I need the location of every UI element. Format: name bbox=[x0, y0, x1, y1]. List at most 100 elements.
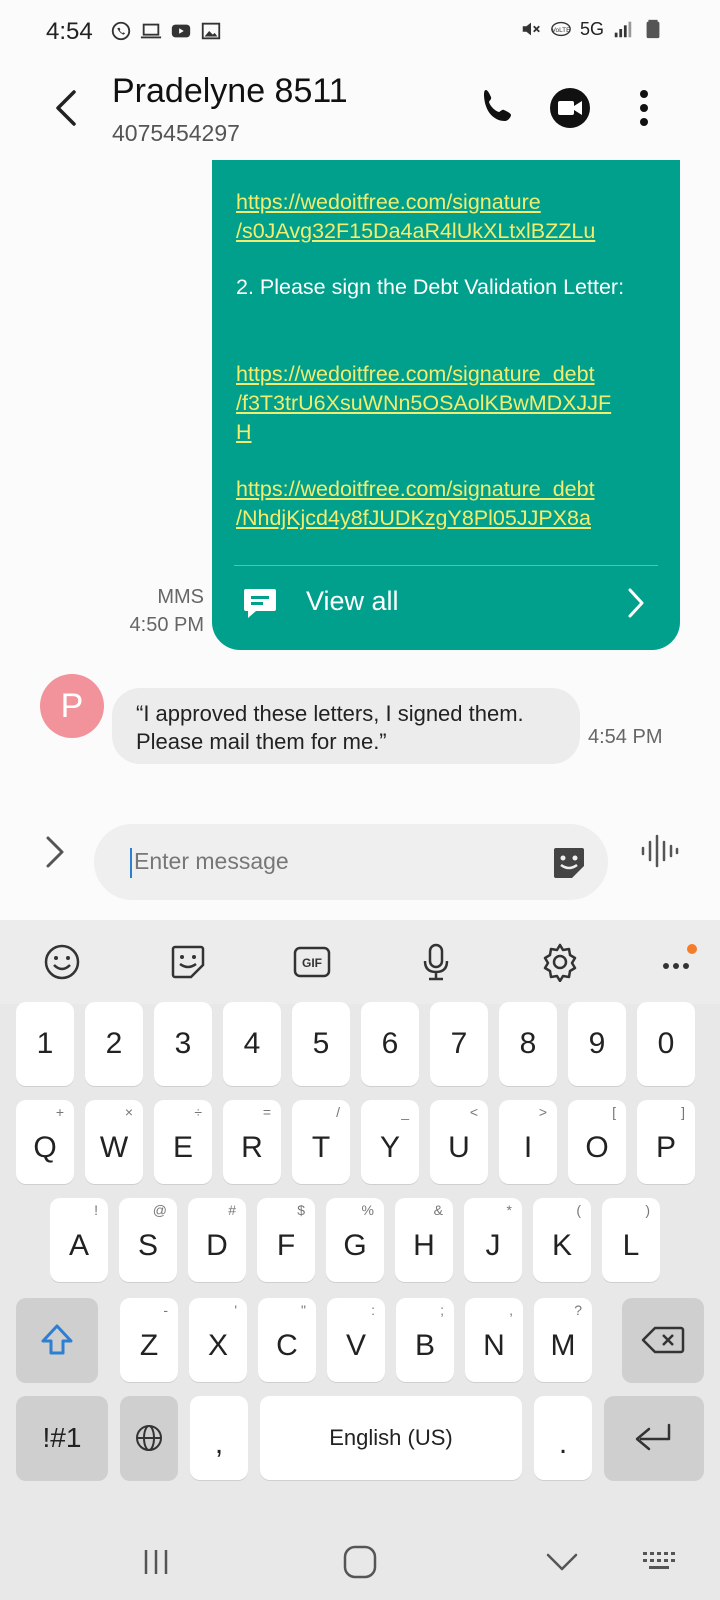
composer bbox=[0, 808, 720, 904]
key-e[interactable]: ÷ E bbox=[154, 1100, 212, 1184]
key-hint-label: & bbox=[433, 1202, 443, 1218]
message-link[interactable]: https://wedoitfree.com/signature bbox=[236, 190, 541, 214]
key-3[interactable]: 3 bbox=[154, 1002, 212, 1086]
key-label: Z bbox=[139, 1329, 159, 1362]
contact-name[interactable]: Pradelyne 8511 bbox=[112, 72, 348, 111]
voice-input-icon[interactable] bbox=[638, 830, 680, 872]
key-label: F bbox=[276, 1229, 296, 1262]
key-9[interactable]: 9 bbox=[568, 1002, 626, 1086]
space-key-label: English (US) bbox=[329, 1425, 453, 1450]
key-label: E bbox=[172, 1131, 193, 1164]
key-n[interactable]: ,N bbox=[465, 1298, 523, 1382]
status-time: 4:54 bbox=[46, 18, 93, 45]
volte-icon: VoLTE bbox=[551, 21, 571, 37]
shift-arrow-icon bbox=[41, 1324, 73, 1355]
message-link[interactable]: /f3T3trU6XsuWNn5OSAolKBwMDXJJF bbox=[236, 391, 611, 415]
recent-apps-icon[interactable] bbox=[136, 1542, 176, 1582]
key-q[interactable]: + Q bbox=[16, 1100, 74, 1184]
key-w[interactable]: × W bbox=[85, 1100, 143, 1184]
message-input[interactable] bbox=[134, 838, 514, 884]
key-label: U bbox=[448, 1131, 470, 1164]
back-arrow-icon[interactable] bbox=[46, 86, 86, 130]
status-bar: 4:54 VoLTE 5G bbox=[0, 0, 720, 64]
key-m[interactable]: ? M bbox=[534, 1298, 592, 1382]
svg-text:GIF: GIF bbox=[302, 956, 322, 970]
phone-call-icon[interactable] bbox=[474, 84, 522, 132]
comma-key-label: , bbox=[214, 1427, 224, 1460]
backspace-key[interactable] bbox=[622, 1298, 704, 1382]
key-8[interactable]: 8 bbox=[499, 1002, 557, 1086]
message-link[interactable]: https://wedoitfree.com/signature_debt bbox=[236, 477, 595, 501]
symbols-key[interactable]: !#1 bbox=[16, 1396, 108, 1480]
message-input-container[interactable] bbox=[94, 824, 608, 900]
comma-key[interactable]: , bbox=[190, 1396, 248, 1480]
shift-key[interactable] bbox=[16, 1298, 98, 1382]
key-4[interactable]: 4 bbox=[223, 1002, 281, 1086]
key-u[interactable]: < U bbox=[430, 1100, 488, 1184]
key-hint-label: ' bbox=[234, 1302, 237, 1318]
message-link[interactable]: H bbox=[236, 420, 252, 444]
avatar[interactable]: P bbox=[40, 674, 104, 738]
key-y[interactable]: _ Y bbox=[361, 1100, 419, 1184]
key-j[interactable]: * J bbox=[464, 1198, 522, 1282]
key-d[interactable]: # D bbox=[188, 1198, 246, 1282]
video-call-icon[interactable] bbox=[546, 84, 594, 132]
more-options-icon[interactable] bbox=[660, 942, 700, 982]
sticker-icon[interactable] bbox=[168, 942, 208, 982]
key-k[interactable]: (K bbox=[533, 1198, 591, 1282]
key-t[interactable]: / T bbox=[292, 1100, 350, 1184]
key-7[interactable]: 7 bbox=[430, 1002, 488, 1086]
key-o[interactable]: [O bbox=[568, 1100, 626, 1184]
key-label: 6 bbox=[381, 1027, 399, 1060]
status-left-icons bbox=[110, 20, 222, 42]
key-hint-label: $ bbox=[297, 1202, 305, 1218]
key-2[interactable]: 2 bbox=[85, 1002, 143, 1086]
keyboard-icon[interactable] bbox=[640, 1542, 680, 1582]
key-5[interactable]: 5 bbox=[292, 1002, 350, 1086]
key-hint-label: @ bbox=[152, 1202, 167, 1218]
chevron-down-icon[interactable] bbox=[542, 1542, 582, 1582]
conversation-header: Pradelyne 8511 4075454297 bbox=[0, 64, 720, 160]
home-icon[interactable] bbox=[340, 1542, 380, 1582]
enter-key[interactable] bbox=[604, 1396, 704, 1480]
key-c[interactable]: " C bbox=[258, 1298, 316, 1382]
sent-message-bubble[interactable]: https://wedoitfree.com/signature /s0JAvg… bbox=[212, 160, 680, 650]
key-label: K bbox=[551, 1229, 572, 1262]
key-x[interactable]: ' X bbox=[189, 1298, 247, 1382]
backspace-icon bbox=[641, 1326, 685, 1354]
language-key[interactable] bbox=[120, 1396, 178, 1480]
emoji-icon[interactable] bbox=[42, 942, 82, 982]
key-l[interactable]: ) L bbox=[602, 1198, 660, 1282]
key-label: J bbox=[485, 1229, 501, 1262]
key-s[interactable]: @ S bbox=[119, 1198, 177, 1282]
settings-gear-icon[interactable] bbox=[540, 942, 580, 982]
message-link[interactable]: /NhdjKjcd4y8fJUDKzgY8Pl05JJPX8a bbox=[236, 506, 591, 530]
key-0[interactable]: 0 bbox=[637, 1002, 695, 1086]
message-link[interactable]: /s0JAvg32F15Da4aR4lUkXLtxlBZZLu bbox=[236, 219, 595, 243]
chat-area: https://wedoitfree.com/signature /s0JAvg… bbox=[0, 160, 720, 808]
key-b[interactable]: ; B bbox=[396, 1298, 454, 1382]
key-label: 0 bbox=[657, 1027, 675, 1060]
message-link[interactable]: https://wedoitfree.com/signature_debt bbox=[236, 362, 595, 386]
key-h[interactable]: & H bbox=[395, 1198, 453, 1282]
key-g[interactable]: % G bbox=[326, 1198, 384, 1282]
view-all-button[interactable]: View all bbox=[234, 565, 658, 636]
more-options-icon[interactable] bbox=[620, 84, 668, 132]
microphone-icon[interactable] bbox=[416, 942, 456, 982]
period-key[interactable]: . bbox=[534, 1396, 592, 1480]
gif-icon[interactable]: GIF bbox=[292, 942, 332, 982]
chevron-right-icon[interactable] bbox=[40, 830, 72, 874]
sticker-icon[interactable] bbox=[550, 844, 588, 882]
key-f[interactable]: $ F bbox=[257, 1198, 315, 1282]
key-6[interactable]: 6 bbox=[361, 1002, 419, 1086]
key-p[interactable]: ] P bbox=[637, 1100, 695, 1184]
key-a[interactable]: ! A bbox=[50, 1198, 108, 1282]
space-key[interactable]: English (US) bbox=[260, 1396, 522, 1480]
key-v[interactable]: :V bbox=[327, 1298, 385, 1382]
received-message-bubble[interactable]: “I approved these letters, I signed them… bbox=[112, 688, 580, 764]
key-i[interactable]: > I bbox=[499, 1100, 557, 1184]
key-label: A bbox=[68, 1229, 89, 1262]
key-1[interactable]: 1 bbox=[16, 1002, 74, 1086]
key-z[interactable]: -Z bbox=[120, 1298, 178, 1382]
key-r[interactable]: = R bbox=[223, 1100, 281, 1184]
